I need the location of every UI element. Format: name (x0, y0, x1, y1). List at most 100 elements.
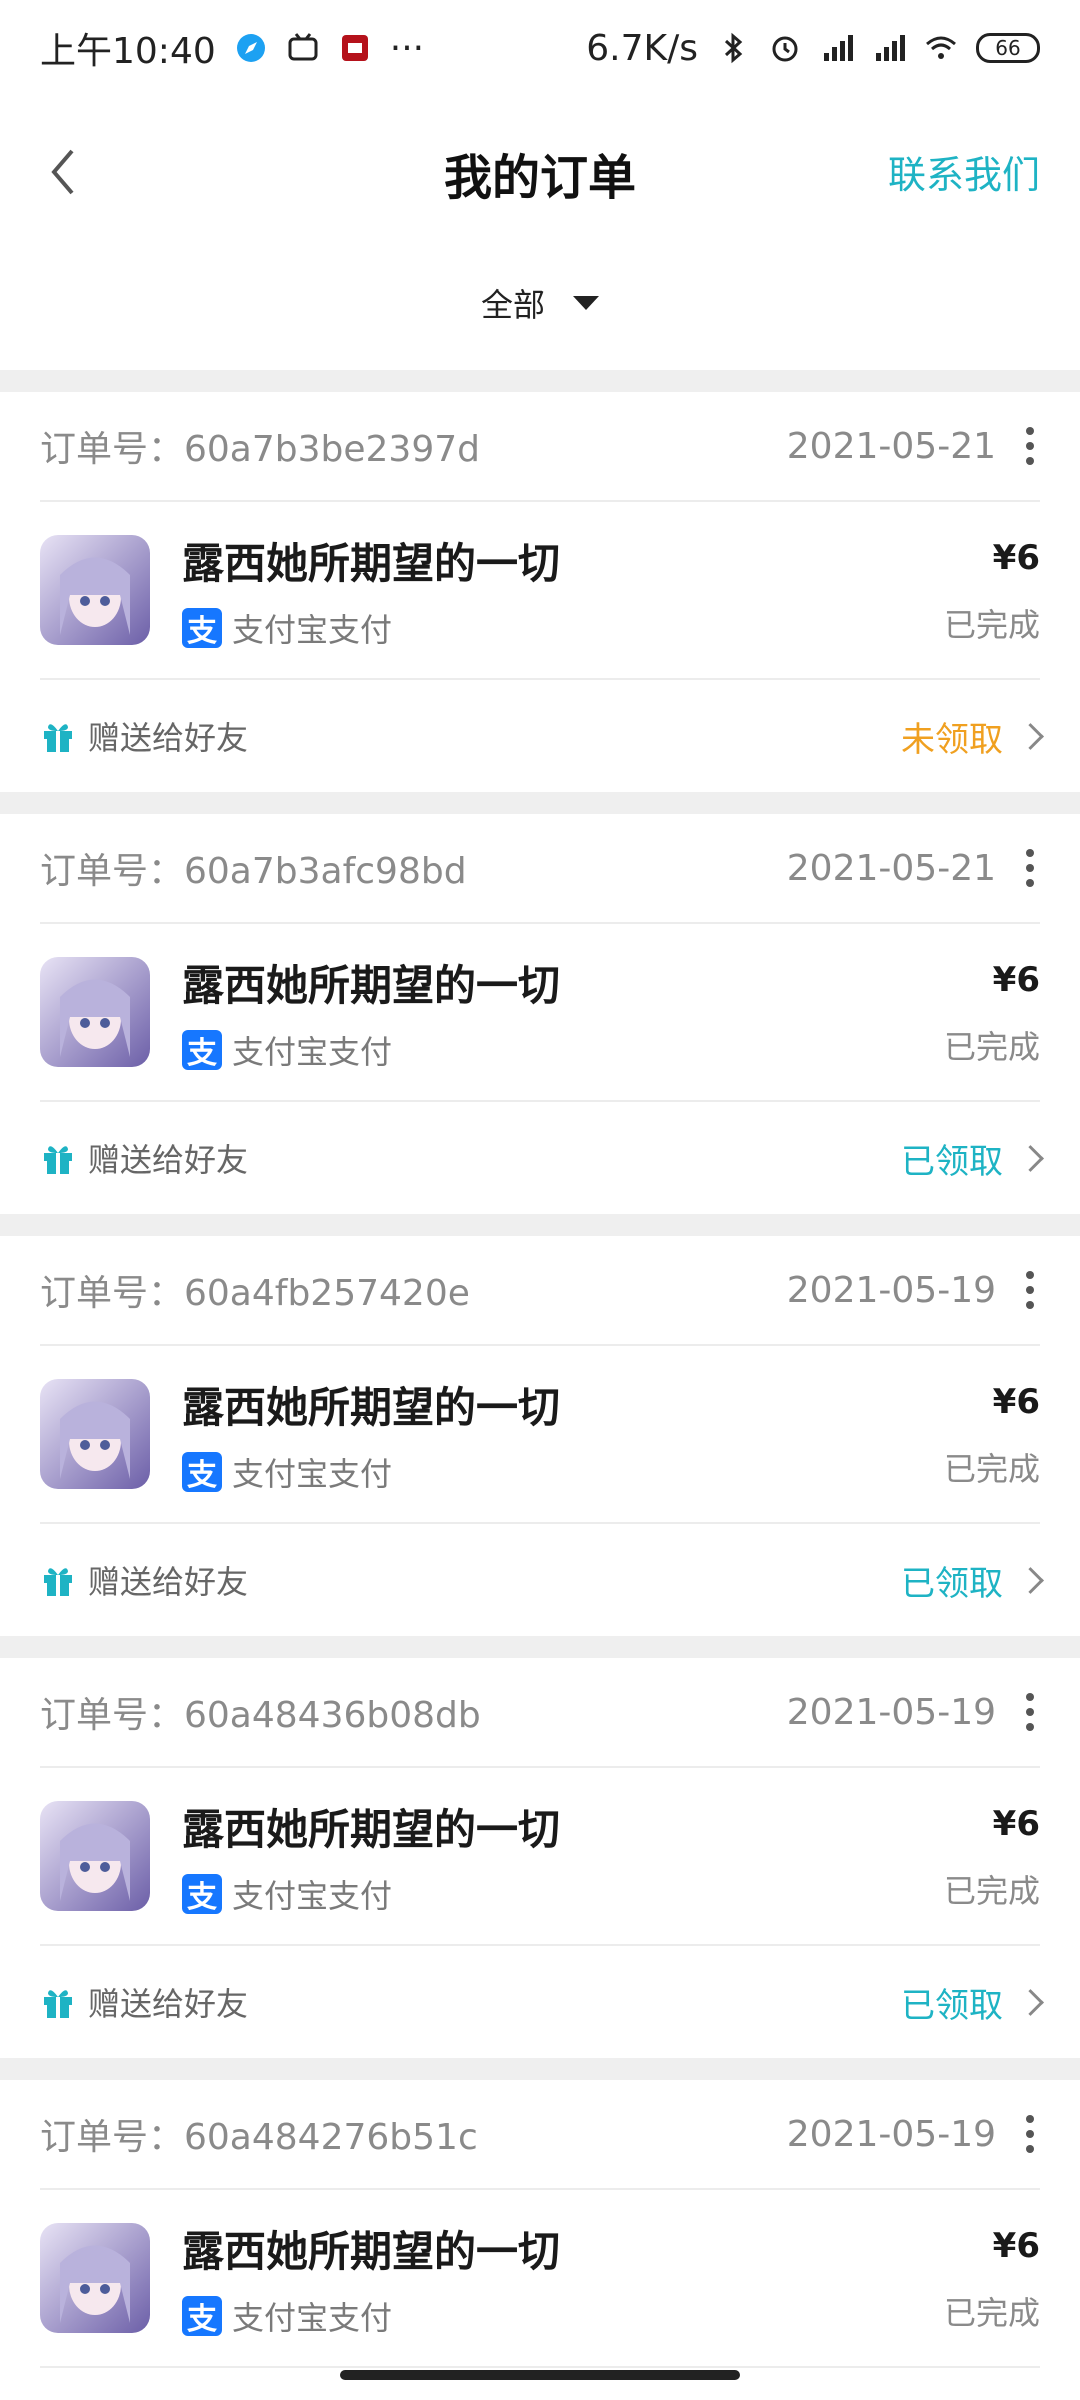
payment-label: 支付宝支付 (232, 1454, 393, 1493)
order-number: 订单号：60a7b3afc98bd (40, 851, 467, 892)
gift-to-friend: 赠送给好友 (40, 713, 248, 759)
payment-method: 支 支付宝支付 (182, 1871, 1040, 1917)
payment-method: 支 支付宝支付 (182, 1027, 1040, 1073)
order-price: ¥6 (992, 1804, 1040, 1844)
order-amount: ¥6 已完成 (944, 1804, 1040, 1912)
gift-label: 赠送给好友 (88, 1985, 249, 2023)
gift-row[interactable]: 赠送给好友 已领取 (40, 1524, 1044, 1636)
battery-indicator: 66 (976, 33, 1040, 63)
chevron-right-icon (1017, 722, 1044, 750)
book-title: 露西她所期望的一切 (182, 1382, 561, 1432)
book-cover-image (40, 535, 150, 645)
status-bar: 上午10:40 ··· 6.7K/s 66 (0, 0, 1080, 96)
order-header: 订单号：60a48436b08db 2021-05-19 (40, 1658, 1040, 1768)
top-bar: 我的订单 联系我们 (0, 120, 1080, 224)
order-price: ¥6 (992, 960, 1040, 1000)
signal-icon-2 (876, 35, 905, 61)
order-item[interactable]: 露西她所期望的一切 支 支付宝支付 ¥6 已完成 (40, 924, 1040, 1102)
order-info: 露西她所期望的一切 支 支付宝支付 (182, 2218, 1040, 2339)
tv-icon (288, 33, 318, 61)
order-header: 订单号：60a7b3afc98bd 2021-05-21 (40, 814, 1040, 924)
payment-label: 支付宝支付 (232, 1876, 393, 1915)
gift-status[interactable]: 已领取 (901, 1134, 1044, 1183)
payment-method: 支 支付宝支付 (182, 605, 1040, 651)
order-item[interactable]: 露西她所期望的一切 支 支付宝支付 ¥6 已完成 (40, 502, 1040, 680)
gift-status-label: 已领取 (901, 1985, 1003, 2026)
contact-us-link[interactable]: 联系我们 (888, 144, 1040, 199)
payment-label: 支付宝支付 (232, 2298, 393, 2337)
book-title: 露西她所期望的一切 (182, 960, 561, 1010)
order-info: 露西她所期望的一切 支 支付宝支付 (182, 1796, 1040, 1917)
order-price: ¥6 (992, 538, 1040, 578)
order-amount: ¥6 已完成 (944, 538, 1040, 646)
order-price: ¥6 (992, 2226, 1040, 2266)
book-title: 露西她所期望的一切 (182, 2226, 561, 2276)
more-options-icon[interactable] (1020, 2115, 1040, 2153)
order-date: 2021-05-19 (786, 1691, 996, 1733)
signal-icon (824, 35, 853, 61)
gift-row[interactable]: 赠送给好友 已领取 (40, 1102, 1044, 1214)
order-price: ¥6 (992, 1382, 1040, 1422)
filter-label: 全部 (480, 286, 545, 324)
filter-dropdown[interactable]: 全部 (0, 280, 1080, 326)
gift-status[interactable]: 未领取 (901, 712, 1044, 761)
order-header: 订单号：60a4fb257420e 2021-05-19 (40, 1236, 1040, 1346)
more-options-icon[interactable] (1020, 849, 1040, 887)
order-card[interactable]: 订单号：60a4fb257420e 2021-05-19 露西她所期望的一切 支… (0, 1236, 1080, 1636)
more-options-icon[interactable] (1020, 427, 1040, 465)
order-info: 露西她所期望的一切 支 支付宝支付 (182, 952, 1040, 1073)
gift-status-label: 已领取 (901, 1563, 1003, 1604)
order-status: 已完成 (943, 1450, 1040, 1488)
order-item[interactable]: 露西她所期望的一切 支 支付宝支付 ¥6 已完成 (40, 2190, 1040, 2368)
network-speed: 6.7K/s (586, 27, 698, 69)
gift-label: 赠送给好友 (88, 719, 249, 757)
order-header: 订单号：60a7b3be2397d 2021-05-21 (40, 392, 1040, 502)
payment-method: 支 支付宝支付 (182, 1449, 1040, 1495)
chevron-right-icon (1017, 1566, 1044, 1594)
more-options-icon[interactable] (1020, 1271, 1040, 1309)
gift-status[interactable]: 已领取 (901, 1978, 1044, 2027)
order-date-wrap: 2021-05-21 (787, 426, 1040, 467)
order-card[interactable]: 订单号：60a7b3be2397d 2021-05-21 露西她所期望的一切 支… (0, 392, 1080, 792)
order-amount: ¥6 已完成 (944, 1382, 1040, 1490)
order-date-wrap: 2021-05-19 (787, 1692, 1040, 1733)
status-right: 6.7K/s 66 (586, 28, 1040, 69)
payment-label: 支付宝支付 (232, 610, 393, 649)
order-status: 已完成 (943, 606, 1040, 644)
book-cover-image (40, 1379, 150, 1489)
home-indicator[interactable] (340, 2370, 740, 2380)
order-date: 2021-05-19 (786, 1269, 996, 1311)
order-info: 露西她所期望的一切 支 支付宝支付 (182, 1374, 1040, 1495)
order-date: 2021-05-21 (786, 425, 996, 467)
wifi-icon (926, 36, 956, 59)
order-card[interactable]: 订单号：60a7b3afc98bd 2021-05-21 露西她所期望的一切 支… (0, 814, 1080, 1214)
order-number: 订单号：60a4fb257420e (40, 1273, 470, 1314)
order-date: 2021-05-21 (786, 847, 996, 889)
alipay-icon: 支 (182, 1029, 222, 1071)
more-options-icon[interactable] (1020, 1693, 1040, 1731)
order-card[interactable]: 订单号：60a48436b08db 2021-05-19 露西她所期望的一切 支… (0, 1658, 1080, 2058)
order-number: 订单号：60a7b3be2397d (40, 429, 480, 470)
gift-row[interactable]: 赠送给好友 未领取 (40, 680, 1044, 792)
gift-status[interactable]: 已领取 (901, 1556, 1044, 1605)
order-amount: ¥6 已完成 (944, 2226, 1040, 2334)
order-date-wrap: 2021-05-21 (787, 848, 1040, 889)
gift-status-label: 未领取 (901, 719, 1003, 760)
order-item[interactable]: 露西她所期望的一切 支 支付宝支付 ¥6 已完成 (40, 1768, 1040, 1946)
order-item[interactable]: 露西她所期望的一切 支 支付宝支付 ¥6 已完成 (40, 1346, 1040, 1524)
book-cover-image (40, 957, 150, 1067)
alipay-icon: 支 (182, 1451, 222, 1493)
order-header: 订单号：60a484276b51c 2021-05-19 (40, 2080, 1040, 2190)
alipay-icon: 支 (182, 1873, 222, 1915)
book-title: 露西她所期望的一切 (182, 1804, 561, 1854)
app-icon (341, 35, 368, 61)
book-cover-image (40, 1801, 150, 1911)
order-card[interactable]: 订单号：60a484276b51c 2021-05-19 露西她所期望的一切 支… (0, 2080, 1080, 2368)
order-date-wrap: 2021-05-19 (787, 1270, 1040, 1311)
bluetooth-icon (724, 32, 743, 64)
order-date-wrap: 2021-05-19 (787, 2114, 1040, 2155)
order-status: 已完成 (943, 1028, 1040, 1066)
alarm-icon (772, 36, 798, 62)
gift-row[interactable]: 赠送给好友 已领取 (40, 1946, 1044, 2058)
order-amount: ¥6 已完成 (944, 960, 1040, 1068)
